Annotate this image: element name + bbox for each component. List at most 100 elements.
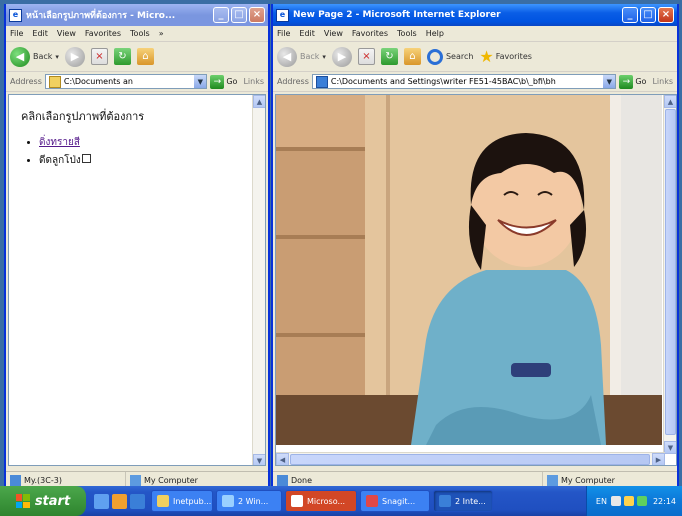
scroll-left-icon[interactable]: ◀: [276, 453, 289, 465]
media-icon[interactable]: [112, 493, 127, 509]
status-zone-text: My Computer: [144, 475, 198, 485]
scroll-down-icon[interactable]: ▼: [664, 441, 676, 454]
ie-icon: [439, 495, 451, 507]
refresh-button[interactable]: ↻: [113, 48, 131, 65]
stop-button[interactable]: ×: [357, 48, 375, 65]
menu-help[interactable]: Help: [426, 29, 444, 38]
favorites-label: Favorites: [495, 52, 532, 61]
link-balloon[interactable]: ดีดลูกโป่ง: [39, 155, 81, 166]
menu-edit[interactable]: Edit: [299, 29, 315, 38]
left-ie-window: e หน้าเลือกรูปภาพที่ต้องการ - Micro... _…: [4, 4, 270, 490]
menu-favorites[interactable]: Favorites: [352, 29, 388, 38]
left-window-title: หน้าเลือกรูปภาพที่ต้องการ - Micro...: [26, 11, 176, 21]
ie-logo-icon: e: [9, 8, 22, 22]
start-button[interactable]: start: [0, 486, 86, 516]
menu-edit[interactable]: Edit: [32, 29, 48, 38]
left-window-titlebar[interactable]: e หน้าเลือกรูปภาพที่ต้องการ - Micro... _…: [6, 4, 268, 26]
search-button[interactable]: Search: [426, 48, 473, 65]
forward-button[interactable]: ▶: [64, 46, 85, 67]
minimize-icon[interactable]: _: [213, 7, 229, 23]
menu-favorites[interactable]: Favorites: [85, 29, 121, 38]
star-icon: ★: [479, 46, 494, 66]
desktop: e หน้าเลือกรูปภาพที่ต้องการ - Micro... _…: [0, 0, 682, 516]
menu-tools[interactable]: Tools: [130, 29, 150, 38]
status-left-text: Done: [291, 475, 313, 485]
task-internet-explorer[interactable]: 2 Inte...: [433, 490, 493, 512]
menu-file[interactable]: File: [277, 29, 290, 38]
chevron-down-icon: ▾: [322, 52, 326, 61]
powerpoint-icon: [291, 495, 303, 507]
search-icon: [426, 48, 443, 65]
task-snagit[interactable]: Snagit...: [360, 490, 430, 512]
menu-view[interactable]: View: [324, 29, 343, 38]
home-button[interactable]: ⌂: [403, 48, 421, 65]
maximize-icon[interactable]: □: [640, 7, 656, 23]
home-icon: ⌂: [136, 48, 154, 65]
address-value: C:\Documents an: [63, 77, 133, 86]
task-windows[interactable]: 2 Win...: [216, 490, 282, 512]
refresh-icon: ↻: [113, 48, 131, 65]
address-dropdown-icon[interactable]: ▼: [194, 75, 207, 88]
close-icon[interactable]: ×: [658, 7, 674, 23]
task-powerpoint[interactable]: Microso...: [285, 490, 357, 512]
page-icon: [10, 474, 21, 486]
horizontal-scroll-thumb[interactable]: [290, 454, 650, 465]
chevron-down-icon: ▾: [55, 52, 59, 61]
stop-icon: ×: [90, 48, 108, 65]
left-vertical-scrollbar[interactable]: ▲ ▼: [252, 95, 265, 465]
desktop-icon[interactable]: [94, 493, 109, 509]
quick-launch: [94, 493, 148, 509]
link-sand-art[interactable]: ดิ่งทรายสี: [39, 137, 80, 148]
scroll-right-icon[interactable]: ▶: [652, 453, 665, 465]
scroll-up-icon[interactable]: ▲: [253, 95, 265, 108]
favorites-button[interactable]: ★ Favorites: [479, 46, 532, 66]
menu-more[interactable]: »: [159, 29, 164, 38]
menu-view[interactable]: View: [57, 29, 76, 38]
go-button[interactable]: → Go: [619, 74, 647, 89]
refresh-icon: ↻: [380, 48, 398, 65]
refresh-button[interactable]: ↻: [380, 48, 398, 65]
task-inetpub[interactable]: Inetpub...: [151, 490, 213, 512]
go-label: Go: [635, 77, 647, 86]
stop-button[interactable]: ×: [90, 48, 108, 65]
system-tray: EN 22:14: [586, 486, 682, 516]
right-toolbar: ◀ Back ▾ ▶ × ↻ ⌂ Search ★ Favorites: [273, 42, 677, 72]
home-button[interactable]: ⌂: [136, 48, 154, 65]
menu-tools[interactable]: Tools: [397, 29, 417, 38]
status-left-text: My.(3C-3): [24, 475, 62, 485]
minimize-icon[interactable]: _: [622, 7, 638, 23]
right-window-titlebar[interactable]: e New Page 2 - Microsoft Internet Explor…: [273, 4, 677, 26]
back-button[interactable]: ◀ Back ▾: [277, 46, 326, 67]
security-icon[interactable]: [636, 496, 647, 506]
close-icon[interactable]: ×: [249, 7, 265, 23]
task-label: Snagit...: [382, 496, 416, 506]
back-arrow-icon: ◀: [10, 46, 30, 67]
address-dropdown-icon[interactable]: ▼: [603, 75, 616, 88]
go-button[interactable]: → Go: [210, 74, 237, 89]
vertical-scroll-thumb[interactable]: [665, 109, 676, 435]
network-icon[interactable]: [610, 496, 621, 506]
go-arrow-icon: →: [619, 74, 634, 89]
scroll-up-icon[interactable]: ▲: [664, 95, 676, 108]
maximize-icon[interactable]: □: [231, 7, 247, 23]
right-horizontal-scrollbar[interactable]: ◀ ▶: [276, 452, 665, 465]
forward-button[interactable]: ▶: [331, 46, 352, 67]
language-indicator[interactable]: EN: [596, 497, 607, 506]
right-ie-window: e New Page 2 - Microsoft Internet Explor…: [271, 4, 679, 490]
page-icon: [277, 474, 288, 486]
ie-icon[interactable]: [130, 493, 145, 509]
links-button[interactable]: Links: [652, 77, 673, 86]
address-input[interactable]: C:\Documents and Settings\writer FE51-45…: [311, 74, 617, 89]
back-button[interactable]: ◀ Back ▾: [10, 46, 59, 67]
task-label: 2 Inte...: [455, 496, 486, 506]
address-input[interactable]: C:\Documents an ▼: [44, 74, 208, 89]
scroll-down-icon[interactable]: ▼: [253, 454, 265, 465]
right-vertical-scrollbar[interactable]: ▲ ▼: [663, 95, 676, 454]
ie-page-icon: [315, 75, 328, 88]
volume-icon[interactable]: [623, 496, 634, 506]
computer-icon: [547, 474, 558, 486]
task-label: 2 Win...: [238, 496, 269, 506]
menu-file[interactable]: File: [10, 29, 23, 38]
forward-arrow-icon: ▶: [331, 46, 352, 67]
links-button[interactable]: Links: [243, 77, 264, 86]
